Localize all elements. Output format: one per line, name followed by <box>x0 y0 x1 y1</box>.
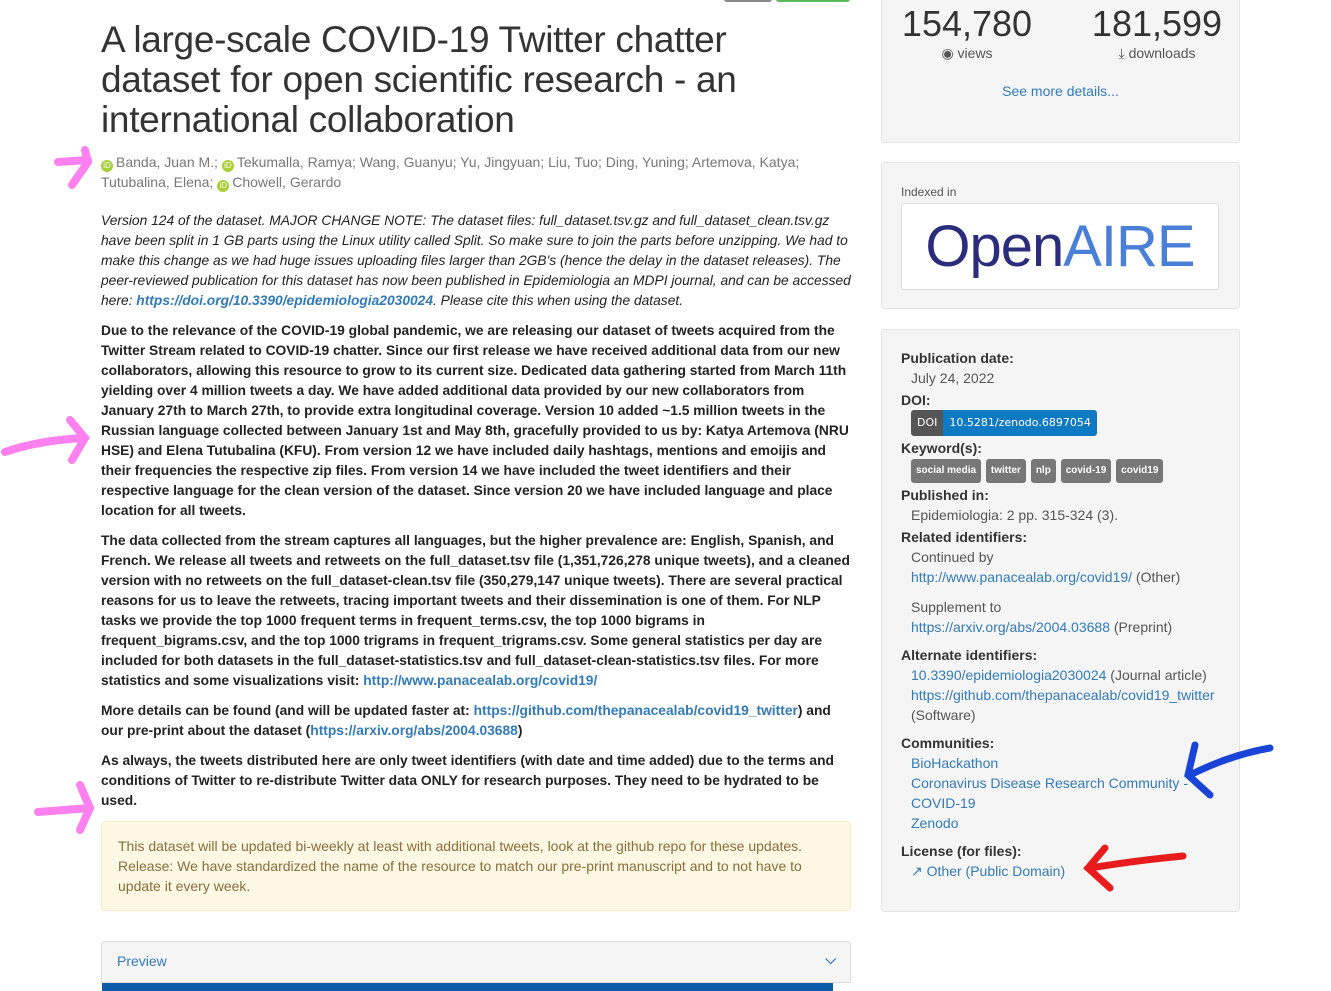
eye-icon: ◉ <box>941 45 954 61</box>
see-more-details-link[interactable]: See more details... <box>882 83 1239 99</box>
publication-date: July 24, 2022 <box>911 370 995 386</box>
label: Published in: <box>901 487 989 503</box>
community-link[interactable]: BioHackathon <box>911 755 998 771</box>
notice-line: Release: We have standardized the name o… <box>118 858 802 894</box>
label: License (for files): <box>901 843 1022 859</box>
description-para: As always, the tweets distributed here a… <box>101 753 834 808</box>
downloads-count: 181,599 <box>1091 3 1223 44</box>
keywords: social media twitter nlp covid-19 covid1… <box>911 458 1220 483</box>
license-link[interactable]: ↗ Other (Public Domain) <box>911 863 1065 879</box>
description-para: The data collected from the stream captu… <box>101 533 850 688</box>
label: Communities: <box>901 735 995 751</box>
panacealab-link[interactable]: http://www.panacealab.org/covid19/ <box>363 673 597 688</box>
version-note: Version 124 of the dataset. MAJOR CHANGE… <box>101 213 851 308</box>
indexed-label: Indexed in <box>901 185 957 199</box>
preview-bar <box>102 983 833 991</box>
orcid-icon: iD <box>217 180 230 192</box>
stats-panel: 154,780 ◉ views 181,599 ⤓ downloads See … <box>881 0 1240 143</box>
github-link[interactable]: https://github.com/thepanacealab/covid19… <box>474 703 798 718</box>
keyword-badge[interactable]: covid-19 <box>1060 459 1112 483</box>
external-link-icon: ↗ <box>911 863 923 879</box>
preview-panel-header[interactable]: Preview ⌵ <box>101 941 851 991</box>
authors: iD Banda, Juan M.; iD Tekumalla, Ramya; Wa… <box>101 152 851 192</box>
label: DOI: <box>901 392 931 408</box>
keyword-badge[interactable]: social media <box>911 459 982 483</box>
alt-link[interactable]: 10.3390/epidemiologia2030024 <box>911 667 1106 683</box>
keyword-badge[interactable]: covid19 <box>1116 459 1164 483</box>
keyword-badge[interactable]: twitter <box>985 459 1026 483</box>
type: (Software) <box>911 707 976 723</box>
type: (Journal article) <box>1110 667 1207 683</box>
label: Alternate identifiers: <box>901 647 1038 663</box>
metadata-panel: Publication date: July 24, 2022 DOI: DOI… <box>881 329 1240 912</box>
download-icon: ⤓ <box>1118 45 1125 61</box>
chevron-down-icon[interactable]: ⌵ <box>825 951 836 968</box>
views-label: views <box>957 45 993 61</box>
openaire-logo[interactable]: OpenAIRE <box>901 203 1219 290</box>
alternate-identifiers: 10.3390/epidemiologia2030024 (Journal ar… <box>911 665 1220 725</box>
community-link[interactable]: Coronavirus Disease Research Community -… <box>911 775 1188 811</box>
label: Keyword(s): <box>901 440 982 456</box>
alt-link[interactable]: https://github.com/thepanacealab/covid19… <box>911 687 1215 703</box>
relation: Supplement to <box>911 599 1002 615</box>
author[interactable]: Banda, Juan M.; <box>116 154 218 170</box>
keyword-badge[interactable]: nlp <box>1030 459 1056 483</box>
arxiv-link[interactable]: https://arxiv.org/abs/2004.03688 <box>310 723 518 738</box>
preview-label: Preview <box>117 953 167 969</box>
related-link[interactable]: https://arxiv.org/abs/2004.03688 <box>911 619 1110 635</box>
orcid-icon: iD <box>101 160 113 172</box>
author[interactable]: Tekumalla, Ramya; <box>237 154 356 170</box>
description-para: Due to the relevance of the COVID-19 glo… <box>101 323 849 518</box>
indexed-panel: Indexed in OpenAIRE <box>881 162 1240 309</box>
views-stat: 154,780 ◉ views <box>882 3 1052 62</box>
published-in: Epidemiologia: 2 pp. 315-324 (3). <box>911 507 1119 523</box>
doi-badge[interactable]: DOI 10.5281/zenodo.6897054 <box>911 410 1097 436</box>
record-main: A large-scale COVID-19 Twitter chatter d… <box>101 0 851 991</box>
top-button-green[interactable] <box>776 0 850 2</box>
views-count: 154,780 <box>901 3 1033 44</box>
community-link[interactable]: Zenodo <box>911 815 958 831</box>
orcid-icon: iD <box>221 160 234 172</box>
related-identifiers: Continued by http://www.panacealab.org/c… <box>911 547 1220 637</box>
downloads-label: downloads <box>1128 45 1196 61</box>
description: Version 124 of the dataset. MAJOR CHANGE… <box>101 211 851 811</box>
type: (Other) <box>1135 569 1181 585</box>
communities: BioHackathon Coronavirus Disease Researc… <box>911 753 1220 833</box>
relation: Continued by <box>911 549 994 565</box>
record-title: A large-scale COVID-19 Twitter chatter d… <box>101 19 737 140</box>
type: (Preprint) <box>1113 619 1173 635</box>
downloads-stat: 181,599 ⤓ downloads <box>1072 3 1242 62</box>
notice-line: This dataset will be updated bi-weekly a… <box>118 838 803 854</box>
top-button-grey[interactable] <box>724 0 772 2</box>
author[interactable]: Chowell, Gerardo <box>232 174 341 190</box>
related-link[interactable]: http://www.panacealab.org/covid19/ <box>911 569 1132 585</box>
label: Related identifiers: <box>901 529 1028 545</box>
update-notice: This dataset will be updated bi-weekly a… <box>101 821 851 911</box>
doi-link[interactable]: https://doi.org/10.3390/epidemiologia203… <box>136 293 433 308</box>
label: Publication date: <box>901 350 1014 366</box>
description-para: More details can be found (and will be u… <box>101 703 831 738</box>
